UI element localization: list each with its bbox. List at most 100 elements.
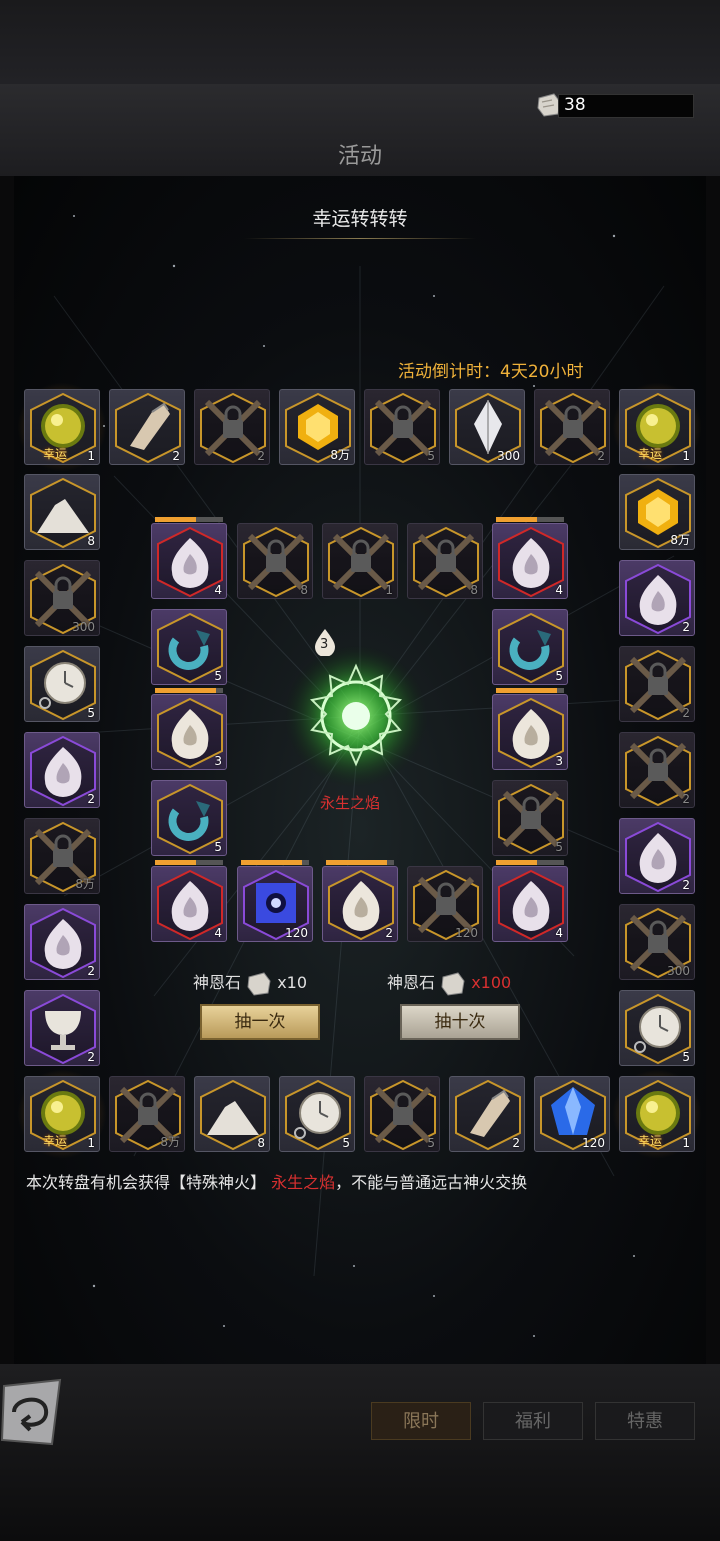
upgrade-progress-bar — [496, 517, 564, 522]
lucky-label: 幸运 — [638, 1134, 663, 1148]
prize-quantity: 120 — [582, 1136, 605, 1150]
prize-quantity: 3 — [214, 754, 222, 768]
prize-quantity: 300 — [72, 620, 95, 634]
inner-prize-slot: 4 — [492, 523, 568, 599]
prize-quantity: 300 — [667, 964, 690, 978]
prize-quantity: 8 — [257, 1136, 265, 1150]
upgrade-progress-bar — [155, 860, 223, 865]
prize-quantity: 5 — [682, 1050, 690, 1064]
prize-quantity: 4 — [214, 583, 222, 597]
event-countdown: 活动倒计时：4天20小时 — [398, 362, 584, 382]
tab-special-offer[interactable]: 特惠 — [595, 1402, 695, 1440]
single-draw-cost: 神恩石 x10 — [193, 969, 307, 997]
prize-quantity: 300 — [497, 449, 520, 463]
outer-prize-slot: 2 — [619, 646, 695, 722]
stone-count: 38 — [564, 95, 586, 115]
outer-prize-slot: 2 — [194, 389, 270, 465]
prize-quantity: 2 — [597, 449, 605, 463]
outer-prize-slot: 5 — [279, 1076, 355, 1152]
prize-quantity: 5 — [87, 706, 95, 720]
outer-prize-slot: 8万 — [24, 818, 100, 894]
back-button[interactable] — [0, 1378, 66, 1448]
prize-quantity: 1 — [385, 583, 393, 597]
inner-prize-slot: 5 — [492, 609, 568, 685]
prize-quantity: 8万 — [75, 877, 95, 891]
ten-draw-cost: 神恩石 x100 — [387, 969, 511, 997]
wheel-description: 本次转盘有机会获得【特殊神火】 永生之焰，不能与普通远古神火交换 — [26, 1170, 686, 1196]
inner-prize-slot: 120 — [237, 866, 313, 942]
prize-quantity: 5 — [214, 840, 222, 854]
prize-quantity: 8 — [300, 583, 308, 597]
lucky-label: 幸运 — [638, 447, 663, 461]
prize-quantity: 4 — [555, 926, 563, 940]
draw-once-button[interactable]: 抽一次 — [200, 1004, 320, 1040]
prize-quantity: 120 — [285, 926, 308, 940]
prize-quantity: 1 — [682, 449, 690, 463]
tab-limited[interactable]: 限时 — [371, 1402, 471, 1440]
inner-prize-slot: 4 — [151, 523, 227, 599]
inner-prize-slot: 3 — [492, 694, 568, 770]
prize-quantity: 2 — [682, 706, 690, 720]
upgrade-progress-bar — [241, 860, 309, 865]
inner-prize-slot: 8 — [407, 523, 483, 599]
inner-prize-slot: 4 — [151, 866, 227, 942]
eternal-flame-emblem — [270, 640, 450, 790]
prize-quantity: 4 — [555, 583, 563, 597]
title-divider — [244, 238, 476, 239]
inner-prize-slot: 5 — [151, 609, 227, 685]
stone-counter: 38 — [536, 92, 694, 118]
inner-prize-slot: 8 — [237, 523, 313, 599]
upgrade-progress-bar — [155, 688, 223, 693]
bottom-nav-bar — [0, 1364, 720, 1541]
description-text-end: ，不能与普通远古神火交换 — [335, 1173, 528, 1192]
prize-quantity: 3 — [555, 754, 563, 768]
prize-quantity: 8万 — [330, 448, 350, 462]
outer-prize-slot: 8万 — [619, 474, 695, 550]
inner-prize-slot: 5 — [492, 780, 568, 856]
prize-quantity: 2 — [385, 926, 393, 940]
upgrade-progress-bar — [326, 860, 394, 865]
outer-prize-slot: 2 — [24, 732, 100, 808]
divine-stone-icon — [247, 971, 271, 996]
outer-prize-slot: 8万 — [109, 1076, 185, 1152]
ten-cost-qty: x100 — [471, 973, 512, 992]
outer-prize-slot: 8万 — [279, 389, 355, 465]
prize-quantity: 5 — [555, 840, 563, 854]
tab-welfare[interactable]: 福利 — [483, 1402, 583, 1440]
upgrade-progress-bar — [496, 860, 564, 865]
prize-quantity: 8万 — [160, 1135, 180, 1149]
prize-quantity: 2 — [87, 964, 95, 978]
lucky-label: 幸运 — [43, 447, 68, 461]
ten-cost-label: 神恩石 — [387, 973, 436, 992]
draw-ten-button[interactable]: 抽十次 — [400, 1004, 520, 1040]
prize-quantity: 8 — [87, 534, 95, 548]
outer-prize-slot: 8 — [194, 1076, 270, 1152]
outer-prize-slot: 5 — [364, 1076, 440, 1152]
outer-prize-slot: 2 — [619, 732, 695, 808]
single-cost-label: 神恩石 — [193, 973, 242, 992]
outer-prize-slot: 2 — [449, 1076, 525, 1152]
outer-prize-slot: 300 — [619, 904, 695, 980]
outer-prize-slot: 2 — [24, 904, 100, 980]
lucky-label: 幸运 — [43, 1134, 68, 1148]
prize-quantity: 2 — [87, 1050, 95, 1064]
inner-prize-slot: 120 — [407, 866, 483, 942]
prize-quantity: 5 — [427, 449, 435, 463]
prize-quantity: 2 — [682, 792, 690, 806]
prize-quantity: 2 — [682, 620, 690, 634]
outer-prize-slot: 2 — [619, 818, 695, 894]
prize-quantity: 8 — [470, 583, 478, 597]
prize-quantity: 2 — [172, 449, 180, 463]
prize-quantity: 5 — [427, 1136, 435, 1150]
prize-quantity: 8万 — [670, 533, 690, 547]
inner-prize-slot: 2 — [322, 866, 398, 942]
prize-quantity: 120 — [455, 926, 478, 940]
prize-quantity: 5 — [214, 669, 222, 683]
outer-prize-slot: 300 — [449, 389, 525, 465]
upgrade-progress-bar — [496, 688, 564, 693]
prize-quantity: 4 — [214, 926, 222, 940]
prize-quantity: 1 — [87, 1136, 95, 1150]
single-cost-qty: x10 — [277, 973, 308, 992]
outer-prize-slot: 300 — [24, 560, 100, 636]
page-title: 活动 — [337, 144, 382, 169]
